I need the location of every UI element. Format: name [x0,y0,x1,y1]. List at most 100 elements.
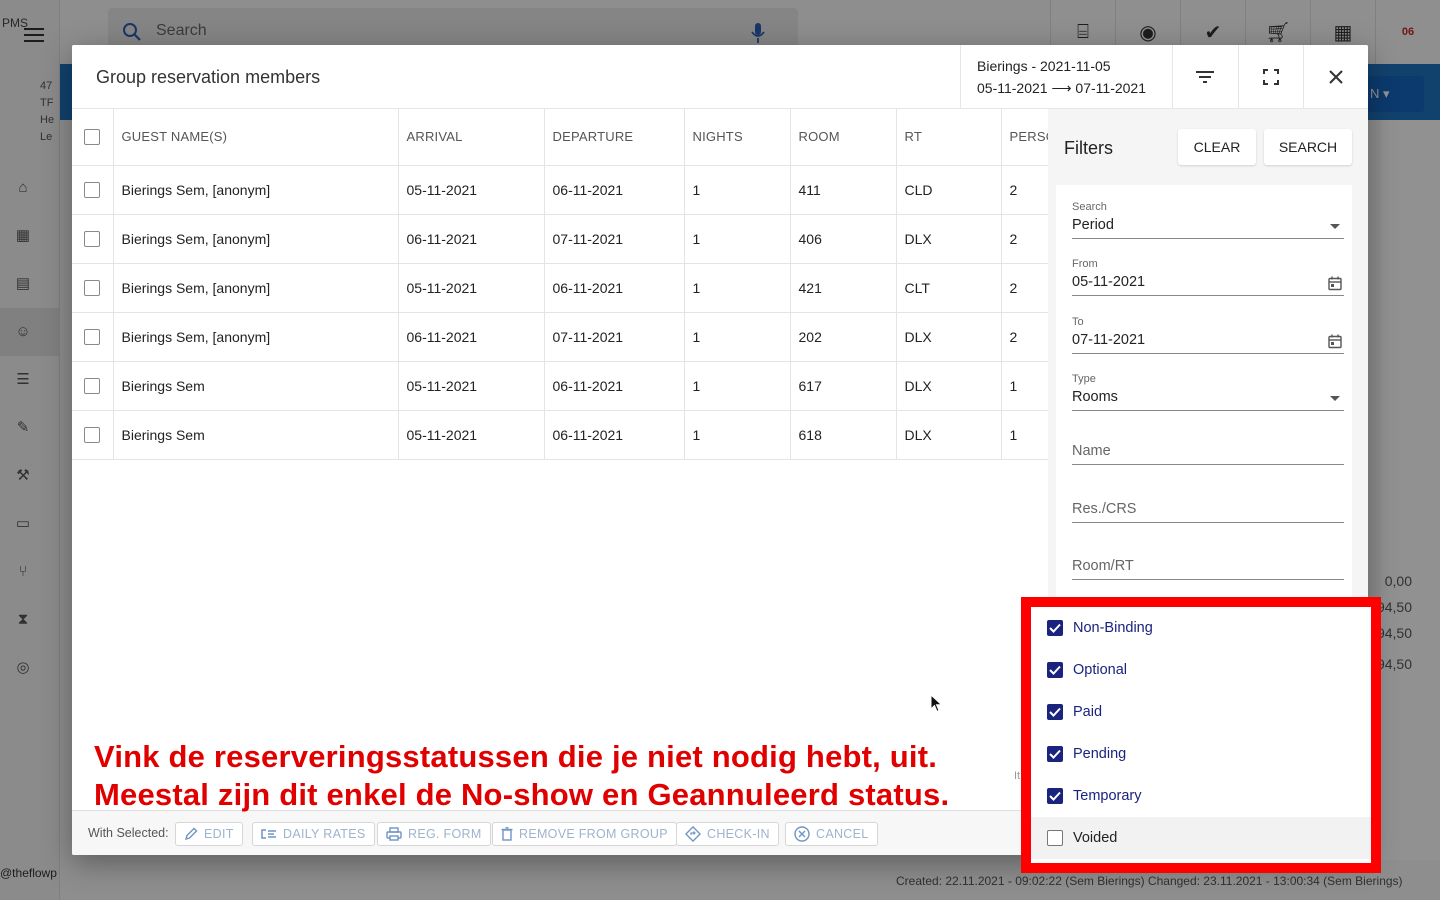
column-header-nights[interactable]: NIGHTS [684,109,791,166]
field-label: Search [1072,201,1107,213]
status-option-optional[interactable]: Optional [1031,649,1371,691]
persons-cell: 2 [1001,214,1048,264]
cancel-reservation-button[interactable]: CANCEL [785,822,878,846]
calendar-icon[interactable] [1328,276,1342,291]
chevron-down-icon [1330,224,1340,229]
column-header-arrival[interactable]: ARRIVAL [398,109,545,166]
type-select[interactable]: Type Rooms [1072,373,1344,411]
departure-cell: 06-11-2021 [544,361,685,411]
annotation-line-2: Meestal zijn dit enkel de No-show en Gea… [94,777,950,812]
room-rt-input[interactable]: Room/RT [1072,558,1344,580]
checkbox-checked-icon[interactable] [1047,662,1063,678]
search-mode-select[interactable]: Search Period [1072,201,1344,239]
status-filter-list: Non-Binding Optional Paid Pending Temporary V… [1021,597,1381,873]
guest-name-cell: Bierings Sem, [anonym] [113,165,399,215]
select-all-checkbox[interactable] [84,129,100,146]
row-checkbox[interactable] [84,329,100,346]
row-checkbox-cell [72,361,114,411]
nights-cell: 1 [684,165,791,215]
reg-form-button[interactable]: REG. FORM [377,822,491,846]
checkbox-checked-icon[interactable] [1047,746,1063,762]
remove-from-group-label: REMOVE FROM GROUP [519,827,668,841]
to-date-field[interactable]: To 07-11-2021 [1072,316,1344,354]
table-row[interactable]: Bierings Sem, [anonym] 06-11-2021 07-11-20… [72,312,1048,362]
filters-form: Search Period From 05-11-2021 To 07-11-2… [1056,185,1352,645]
guest-name-cell: Bierings Sem, [anonym] [113,214,399,264]
persons-cell: 2 [1001,312,1048,362]
filter-icon [1196,71,1214,83]
status-option-temporary[interactable]: Temporary [1031,775,1371,817]
reg-form-label: REG. FORM [408,827,482,841]
guest-name-cell: Bierings Sem, [anonym] [113,263,399,313]
cancel-icon [794,826,810,842]
checkbox-unchecked-icon[interactable] [1047,830,1063,846]
res-crs-input[interactable]: Res./CRS [1072,501,1344,523]
checkbox-checked-icon[interactable] [1047,788,1063,804]
checkmark-icon [1049,749,1061,759]
list-check-icon [261,829,276,839]
arrival-cell: 05-11-2021 [398,263,545,313]
persons-cell: 1 [1001,410,1048,460]
row-checkbox[interactable] [84,378,100,395]
close-icon [1329,70,1343,84]
filter-toggle-button[interactable] [1172,45,1237,109]
rt-cell: CLT [896,263,1002,313]
check-in-label: CHECK-IN [707,827,770,841]
table-row[interactable]: Bierings Sem 05-11-2021 06-11-2021 1 618 DLX 1 [72,410,1048,460]
close-dialog-button[interactable] [1303,45,1368,109]
column-header-room[interactable]: ROOM [790,109,897,166]
row-checkbox-cell [72,263,114,313]
pencil-icon [184,827,198,841]
annotation-line-1: Vink de reserveringsstatussen die je nie… [94,739,938,774]
row-checkbox-cell [72,165,114,215]
arrival-cell: 05-11-2021 [398,165,545,215]
row-checkbox[interactable] [84,427,100,444]
name-input[interactable]: Name [1072,443,1344,465]
context-date-range: 05-11-2021 ⟶ 07-11-2021 [977,80,1146,96]
from-date-field[interactable]: From 05-11-2021 [1072,258,1344,296]
nights-cell: 1 [684,214,791,264]
guest-name-cell: Bierings Sem [113,361,399,411]
items-per-page-hint: It [1014,770,1021,782]
clear-filters-button[interactable]: CLEAR [1178,129,1256,165]
edit-button[interactable]: EDIT [175,822,243,846]
status-option-non-binding[interactable]: Non-Binding [1031,607,1371,649]
search-mode-value: Period [1072,217,1114,233]
chevron-down-icon [1330,396,1340,401]
arrival-cell: 05-11-2021 [398,410,545,460]
departure-cell: 06-11-2021 [544,410,685,460]
row-checkbox[interactable] [84,182,100,199]
search-filters-button[interactable]: SEARCH [1264,129,1352,165]
table-row[interactable]: Bierings Sem, [anonym] 05-11-2021 06-11-20… [72,263,1048,313]
status-option-paid[interactable]: Paid [1031,691,1371,733]
row-checkbox[interactable] [84,280,100,297]
departure-cell: 07-11-2021 [544,312,685,362]
type-value: Rooms [1072,389,1118,405]
room-rt-placeholder: Room/RT [1072,558,1344,580]
table-row[interactable]: Bierings Sem 05-11-2021 06-11-2021 1 617 DLX 1 [72,361,1048,411]
departure-cell: 07-11-2021 [544,214,685,264]
checkbox-checked-icon[interactable] [1047,704,1063,720]
column-header-rt[interactable]: RT [896,109,1002,166]
calendar-icon[interactable] [1328,334,1342,349]
column-header-departure[interactable]: DEPARTURE [544,109,685,166]
checkbox-checked-icon[interactable] [1047,620,1063,636]
status-option-pending[interactable]: Pending [1031,733,1371,775]
field-label: From [1072,258,1098,270]
daily-rates-button[interactable]: DAILY RATES [252,822,375,846]
with-selected-label: With Selected: [88,826,169,840]
row-checkbox[interactable] [84,231,100,248]
check-in-button[interactable]: CHECK-IN [676,822,779,846]
status-option-voided[interactable]: Voided [1031,817,1371,859]
departure-cell: 06-11-2021 [544,165,685,215]
fullscreen-button[interactable] [1238,45,1303,109]
remove-from-group-button[interactable]: REMOVE FROM GROUP [492,822,677,846]
table-header-row: GUEST NAME(S) ARRIVAL DEPARTURE NIGHTS R… [72,109,1048,166]
column-header-persons[interactable]: PERSO [1001,109,1048,166]
from-date-value: 05-11-2021 [1072,274,1146,290]
table-row[interactable]: Bierings Sem, [anonym] 06-11-2021 07-11-20… [72,214,1048,264]
table-row[interactable]: Bierings Sem, [anonym] 05-11-2021 06-11-20… [72,165,1048,215]
persons-cell: 2 [1001,263,1048,313]
column-header-guest[interactable]: GUEST NAME(S) [113,109,399,166]
edit-label: EDIT [204,827,234,841]
